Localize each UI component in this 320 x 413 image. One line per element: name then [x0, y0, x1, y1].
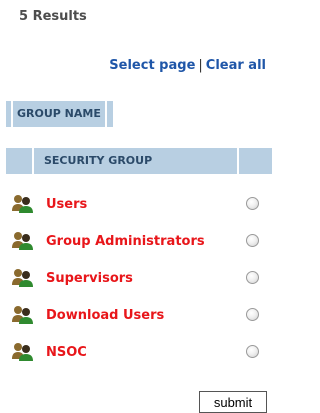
header-cap-right: [106, 101, 113, 127]
header-cap-left: [6, 101, 11, 127]
users-group-icon: [12, 232, 33, 250]
users-group-icon: [12, 306, 33, 324]
group-name-link[interactable]: Users: [46, 197, 87, 212]
table-row: Users: [0, 188, 272, 225]
row-select-radio[interactable]: [246, 234, 259, 247]
security-group-table-header: SECURITY GROUP: [6, 148, 272, 174]
results-count: 5 Results: [19, 9, 87, 24]
row-select-radio[interactable]: [246, 271, 259, 284]
table-row: Group Administrators: [0, 225, 272, 262]
submit-button[interactable]: submit: [199, 391, 267, 413]
icon-column-header: [6, 148, 32, 174]
table-row: Download Users: [0, 299, 272, 336]
select-page-link[interactable]: Select page: [109, 58, 195, 73]
actions-separator: |: [198, 58, 203, 73]
group-name-link[interactable]: Group Administrators: [46, 234, 205, 249]
group-name-link[interactable]: Supervisors: [46, 271, 133, 286]
table-row: Supervisors: [0, 262, 272, 299]
select-column-header: [239, 148, 272, 174]
selection-actions: Select page | Clear all: [109, 58, 266, 73]
group-name-link[interactable]: Download Users: [46, 308, 164, 323]
table-row: NSOC: [0, 336, 272, 373]
security-group-column-header: SECURITY GROUP: [34, 148, 237, 174]
group-name-column-header: GROUP NAME: [6, 101, 113, 127]
group-name-header-label[interactable]: GROUP NAME: [13, 101, 105, 127]
users-group-icon: [12, 343, 33, 361]
clear-all-link[interactable]: Clear all: [206, 58, 266, 73]
users-group-icon: [12, 195, 33, 213]
row-select-radio[interactable]: [246, 345, 259, 358]
row-select-radio[interactable]: [246, 308, 259, 321]
row-select-radio[interactable]: [246, 197, 259, 210]
security-group-list: Users Group Administrators Supervisors D…: [0, 188, 272, 373]
group-name-link[interactable]: NSOC: [46, 345, 87, 360]
users-group-icon: [12, 269, 33, 287]
